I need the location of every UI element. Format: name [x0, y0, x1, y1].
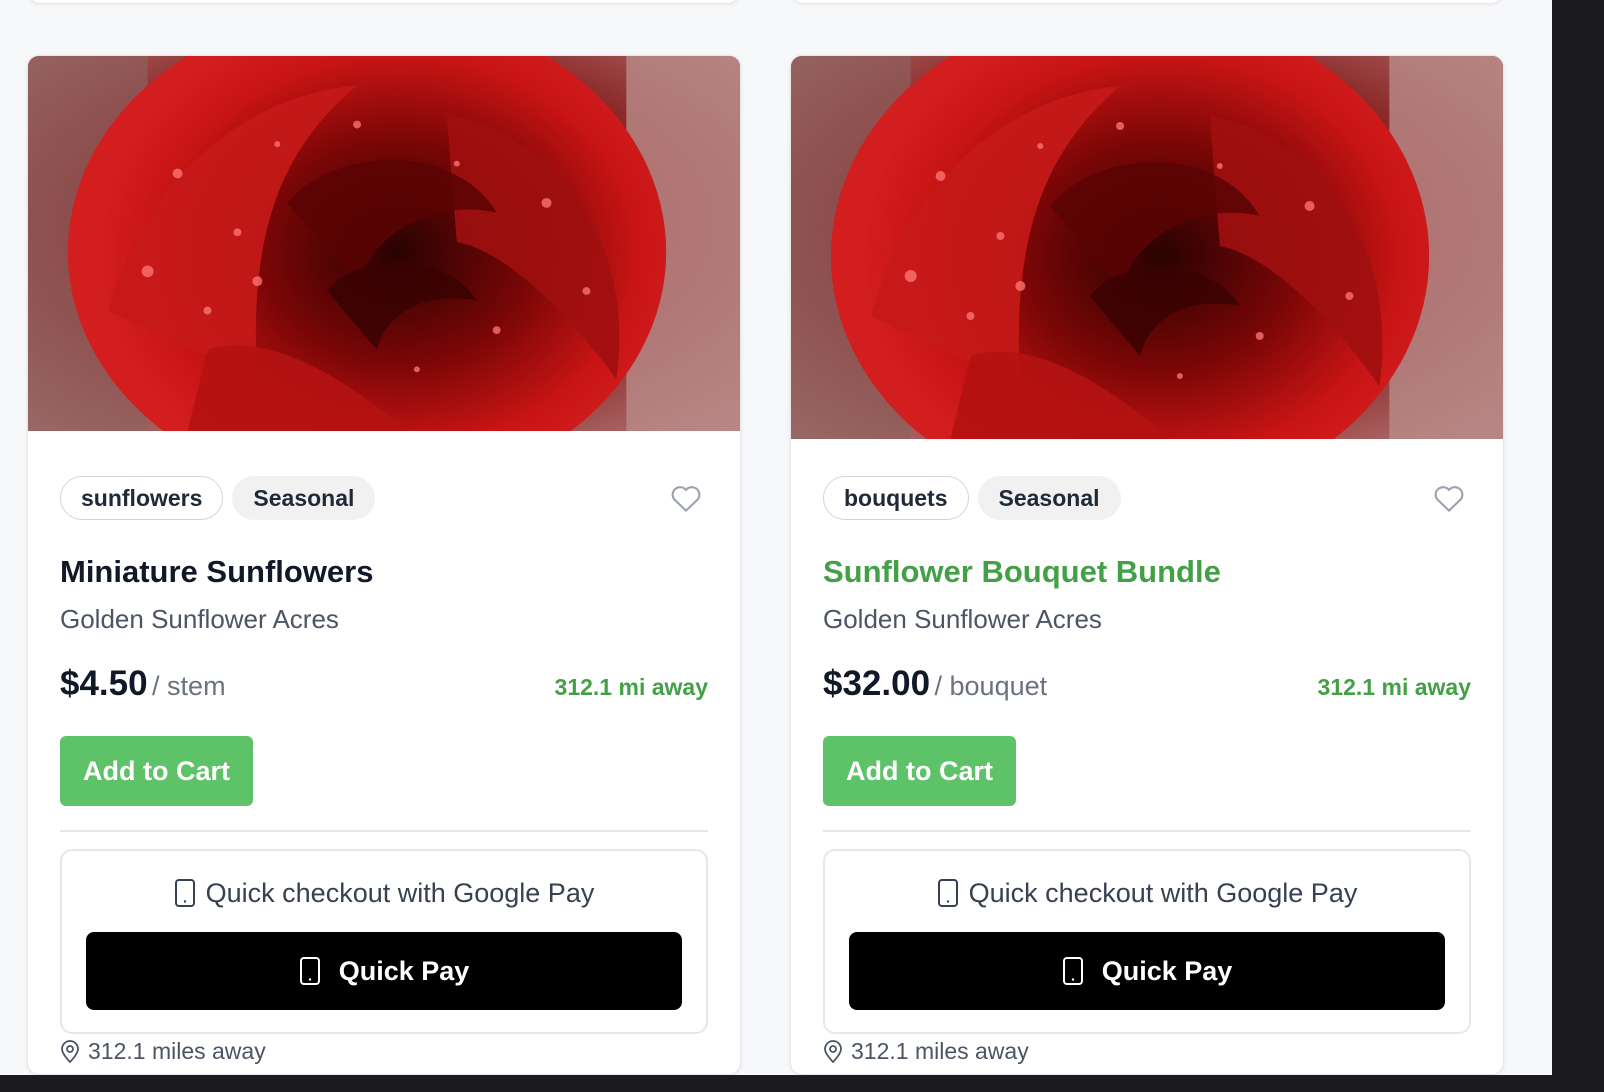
price-unit: / stem — [152, 671, 226, 701]
product-title[interactable]: Sunflower Bouquet Bundle — [823, 552, 1471, 592]
divider — [823, 830, 1471, 832]
distance-label: 312.1 mi away — [1317, 674, 1471, 700]
seasonal-tag: Seasonal — [977, 476, 1121, 520]
previous-card-edge — [791, 0, 1503, 4]
category-tag[interactable]: bouquets — [823, 476, 969, 520]
quick-checkout-panel: Quick checkout with Google Pay Quick Pay — [60, 849, 708, 1034]
location-text: 312.1 miles away — [851, 1038, 1029, 1064]
quick-pay-label: Quick Pay — [1101, 955, 1233, 986]
window-edge — [0, 1075, 1604, 1092]
window-edge — [1552, 0, 1604, 1092]
favorite-button[interactable] — [1429, 478, 1469, 518]
product-card[interactable]: bouquets Seasonal Sunflower Bouquet Bund… — [790, 55, 1504, 1075]
quick-checkout-text: Quick checkout with Google Pay — [205, 877, 595, 908]
price-unit: / bouquet — [934, 671, 1048, 701]
price-row: $32.00 / bouquet 312.1 mi away — [823, 664, 1471, 704]
seasonal-tag: Seasonal — [232, 476, 376, 520]
location-row: 312.1 miles away — [823, 1038, 1471, 1065]
smartphone-icon — [299, 957, 320, 985]
distance-label: 312.1 mi away — [554, 674, 708, 700]
product-image[interactable] — [791, 56, 1503, 439]
product-title[interactable]: Miniature Sunflowers — [60, 552, 708, 592]
smartphone-icon — [1062, 957, 1083, 985]
map-pin-icon — [824, 1039, 842, 1063]
smartphone-icon — [174, 879, 195, 907]
quick-pay-button[interactable]: Quick Pay — [86, 932, 682, 1010]
quick-pay-button[interactable]: Quick Pay — [849, 932, 1445, 1010]
product-card[interactable]: sunflowers Seasonal Miniature Sunflowers… — [27, 55, 741, 1075]
category-tag[interactable]: sunflowers — [60, 476, 224, 520]
product-image[interactable] — [28, 56, 740, 431]
smartphone-icon — [937, 879, 958, 907]
add-to-cart-button[interactable]: Add to Cart — [823, 736, 1016, 806]
price-row: $4.50 / stem 312.1 mi away — [60, 664, 708, 704]
previous-card-edge — [28, 0, 740, 4]
price: $4.50 — [60, 664, 148, 703]
heart-icon — [671, 486, 701, 512]
tag-list: bouquets Seasonal — [823, 476, 1121, 520]
heart-icon — [1434, 486, 1464, 512]
divider — [60, 830, 708, 832]
farm-name[interactable]: Golden Sunflower Acres — [823, 602, 1471, 636]
favorite-button[interactable] — [666, 478, 706, 518]
location-text: 312.1 miles away — [88, 1038, 266, 1064]
price: $32.00 — [823, 664, 931, 703]
quick-checkout-panel: Quick checkout with Google Pay Quick Pay — [823, 849, 1471, 1034]
add-to-cart-button[interactable]: Add to Cart — [60, 736, 253, 806]
location-row: 312.1 miles away — [60, 1038, 708, 1065]
quick-checkout-text: Quick checkout with Google Pay — [968, 877, 1358, 908]
map-pin-icon — [61, 1039, 79, 1063]
quick-pay-label: Quick Pay — [338, 955, 470, 986]
farm-name[interactable]: Golden Sunflower Acres — [60, 602, 708, 636]
tag-list: sunflowers Seasonal — [60, 476, 376, 520]
